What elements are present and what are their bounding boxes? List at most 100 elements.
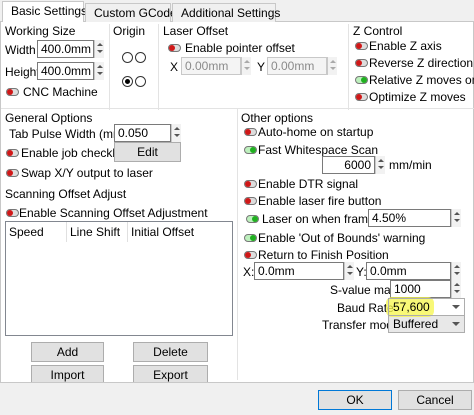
origin-top-right-radio[interactable] xyxy=(135,52,146,63)
delete-button[interactable]: Delete xyxy=(133,342,208,362)
chevron-down-icon xyxy=(452,322,460,326)
working-size-title: Working Size xyxy=(5,24,76,38)
offset-y-spinner[interactable] xyxy=(327,57,337,75)
width-input[interactable]: 400.0mm xyxy=(37,40,94,58)
scanning-offset-label: Enable Scanning Offset Adjustment xyxy=(19,206,208,220)
other-options-title: Other options xyxy=(241,111,314,125)
return-finish-label: Return to Finish Position xyxy=(258,248,389,262)
baud-rate-value: 57,600 xyxy=(393,300,430,314)
transfer-mode-select[interactable]: Buffered xyxy=(388,315,465,333)
laser-offset-title: Laser Offset xyxy=(163,24,229,38)
out-of-bounds-toggle[interactable] xyxy=(244,234,257,242)
edit-checklist-button[interactable]: Edit xyxy=(114,142,181,162)
autohome-label: Auto-home on startup xyxy=(258,125,374,139)
tab-pulse-spinner[interactable] xyxy=(171,124,181,142)
transfer-mode-value: Buffered xyxy=(393,317,439,331)
fire-button-toggle[interactable] xyxy=(244,197,257,205)
offset-x-label: X xyxy=(170,60,179,74)
pointer-offset-label: Enable pointer offset xyxy=(185,41,295,55)
width-spinner[interactable] xyxy=(94,40,104,58)
column-header-speed[interactable]: Speed xyxy=(9,225,44,239)
origin-title: Origin xyxy=(113,24,146,38)
divider xyxy=(158,24,159,110)
tab-bar: Basic Settings Custom GCode Additional S… xyxy=(0,0,474,23)
height-spinner[interactable] xyxy=(94,62,104,80)
enable-z-axis-label: Enable Z axis xyxy=(369,39,442,53)
svalue-max-label: S-value max xyxy=(330,283,397,297)
scan-speed-spinner[interactable] xyxy=(375,156,385,174)
tab-pulse-label: Tab Pulse Width (mm) xyxy=(9,127,128,141)
return-finish-toggle[interactable] xyxy=(244,251,257,259)
out-of-bounds-label: Enable 'Out of Bounds' warning xyxy=(258,231,426,245)
framing-laser-toggle[interactable] xyxy=(246,215,259,223)
tab-label: Basic Settings xyxy=(11,4,88,18)
chevron-down-icon xyxy=(452,305,460,309)
divider xyxy=(348,24,349,110)
column-header-initial-offset[interactable]: Initial Offset xyxy=(131,225,194,239)
divider xyxy=(109,24,110,110)
settings-panel: Working Size Width 400.0mm Height 400.0m… xyxy=(0,22,474,385)
column-header-line-shift[interactable]: Line Shift xyxy=(70,225,120,239)
ok-button[interactable]: OK xyxy=(318,390,392,410)
general-options-title: General Options xyxy=(5,111,93,125)
cnc-machine-toggle[interactable] xyxy=(6,88,19,96)
scan-speed-input[interactable]: 6000 xyxy=(322,156,375,174)
height-label: Height xyxy=(5,65,40,79)
optimize-z-toggle[interactable] xyxy=(355,93,368,101)
offset-x-input[interactable]: 0.00mm xyxy=(181,57,241,75)
origin-top-left-radio[interactable] xyxy=(122,52,133,63)
tab-label: Additional Settings xyxy=(181,6,281,20)
column-separator xyxy=(66,222,67,242)
relative-z-label: Relative Z moves only xyxy=(369,73,474,87)
framing-laser-label: Laser on when framing xyxy=(262,212,385,226)
reverse-z-toggle[interactable] xyxy=(355,59,368,67)
fire-button-label: Enable laser fire button xyxy=(258,194,382,208)
cnc-machine-label: CNC Machine xyxy=(23,85,98,99)
offset-y-input[interactable]: 0.00mm xyxy=(267,57,327,75)
width-label: Width xyxy=(5,43,36,57)
cancel-button[interactable]: Cancel xyxy=(398,390,472,410)
framing-power-spinner[interactable] xyxy=(451,209,461,227)
finish-y-spinner[interactable] xyxy=(451,262,461,280)
job-checklist-label: Enable job checklist xyxy=(21,146,128,160)
offset-y-label: Y xyxy=(257,60,266,74)
dialog-footer: OK Cancel xyxy=(0,382,474,415)
origin-bottom-left-radio[interactable] xyxy=(122,76,133,87)
swap-xy-label: Swap X/Y output to laser xyxy=(21,166,153,180)
swap-xy-toggle[interactable] xyxy=(6,169,19,177)
relative-z-toggle[interactable] xyxy=(355,76,368,84)
fast-scan-label: Fast Whitespace Scan xyxy=(258,143,379,157)
divider xyxy=(237,108,238,380)
height-input[interactable]: 400.0mm xyxy=(37,62,94,80)
scan-speed-unit: mm/min xyxy=(389,158,432,172)
finish-x-spinner[interactable] xyxy=(344,262,354,280)
tab-label: Custom GCode xyxy=(94,6,177,20)
tab-pulse-input[interactable]: 0.050 xyxy=(114,124,171,142)
dtr-signal-label: Enable DTR signal xyxy=(258,177,359,191)
origin-bottom-right-radio[interactable] xyxy=(135,76,146,87)
svalue-max-spinner[interactable] xyxy=(451,280,461,298)
svalue-max-input[interactable]: 1000 xyxy=(390,280,451,298)
finish-y-input[interactable]: 0.0mm xyxy=(366,262,451,280)
column-separator xyxy=(127,222,128,242)
reverse-z-label: Reverse Z direction xyxy=(369,56,474,70)
scanning-offset-toggle[interactable] xyxy=(6,209,19,217)
fast-scan-toggle[interactable] xyxy=(244,146,257,154)
tab-custom-gcode[interactable]: Custom GCode xyxy=(85,3,177,22)
framing-power-input[interactable]: 4.50% xyxy=(368,209,451,227)
scanning-offset-title: Scanning Offset Adjust xyxy=(5,187,127,201)
baud-rate-select[interactable]: 57,600 xyxy=(388,298,465,316)
scanning-offset-table[interactable]: Speed Line Shift Initial Offset xyxy=(5,221,233,336)
finish-x-label: X: xyxy=(243,265,255,279)
dtr-signal-toggle[interactable] xyxy=(244,180,257,188)
add-button[interactable]: Add xyxy=(31,342,104,362)
finish-x-input[interactable]: 0.0mm xyxy=(254,262,344,280)
job-checklist-toggle[interactable] xyxy=(6,149,19,157)
tab-basic-settings[interactable]: Basic Settings xyxy=(2,1,88,23)
tab-additional-settings[interactable]: Additional Settings xyxy=(172,3,280,22)
offset-x-spinner[interactable] xyxy=(241,57,251,75)
autohome-toggle[interactable] xyxy=(244,128,257,136)
optimize-z-label: Optimize Z moves xyxy=(369,90,466,104)
pointer-offset-toggle[interactable] xyxy=(168,44,181,52)
enable-z-axis-toggle[interactable] xyxy=(355,42,368,50)
